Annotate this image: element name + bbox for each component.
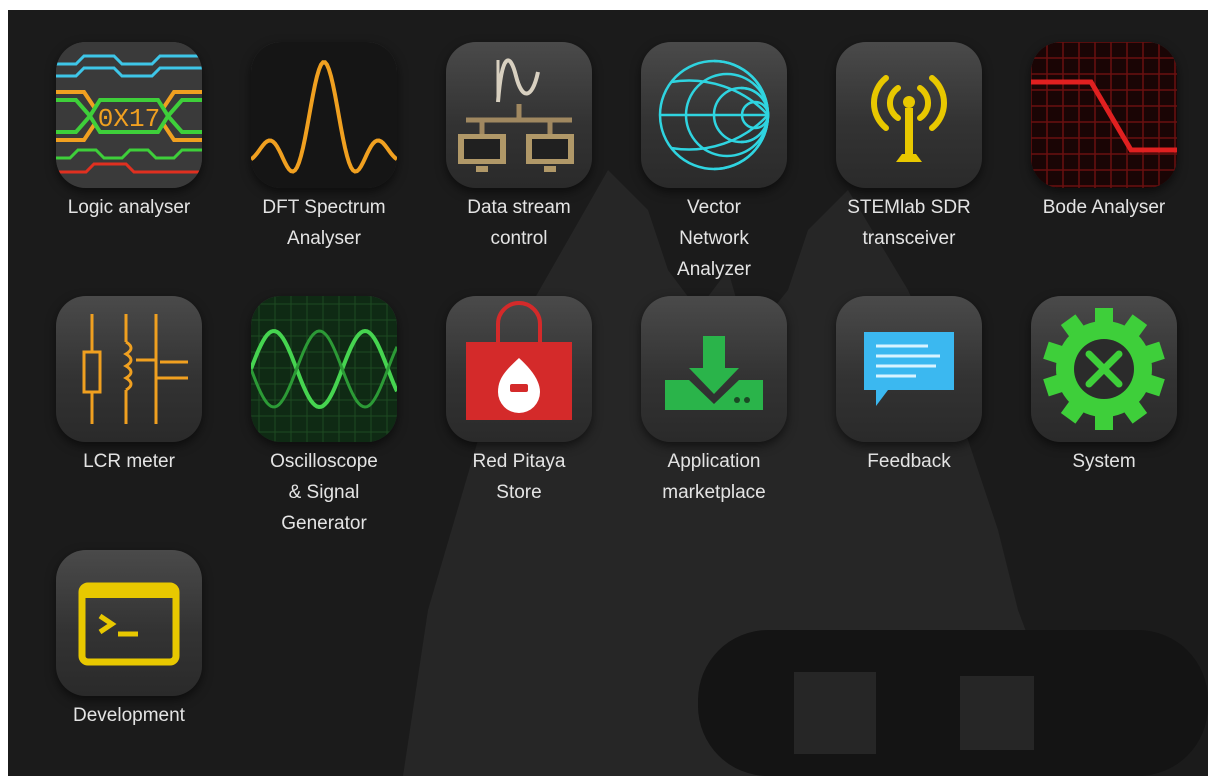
- app-label-line: Analyzer: [677, 259, 751, 280]
- app-label-line: Logic analyser: [67, 197, 191, 218]
- app-label-line: Data stream: [467, 197, 571, 218]
- app-tile-data-stream-control[interactable]: [446, 42, 592, 188]
- app-tile-lcr-meter[interactable]: [56, 296, 202, 442]
- app-dft-spectrum-analyser[interactable]: DFT Spectrum Analyser: [229, 42, 419, 254]
- app-application-marketplace[interactable]: Application marketplace: [619, 296, 809, 508]
- app-label-line: System: [1072, 451, 1136, 472]
- app-launcher: 0X17 Logic analyser DFT Spectrum Analyser …: [8, 10, 1208, 776]
- app-label: DFT Spectrum Analyser: [262, 192, 385, 254]
- app-label-line: LCR meter: [83, 451, 175, 472]
- app-tile-application-marketplace[interactable]: [641, 296, 787, 442]
- app-label-line: control: [490, 228, 548, 249]
- app-label: Vector Network Analyzer: [677, 192, 751, 285]
- app-feedback[interactable]: Feedback: [814, 296, 1004, 477]
- app-label-line: Analyser: [287, 228, 361, 249]
- app-tile-feedback[interactable]: [836, 296, 982, 442]
- app-tile-oscilloscope-signal-generator[interactable]: [251, 296, 397, 442]
- app-label: Oscilloscope & Signal Generator: [270, 446, 378, 539]
- app-label-line: Oscilloscope: [270, 451, 378, 472]
- app-label-line: & Signal: [288, 482, 360, 503]
- app-oscilloscope-signal-generator[interactable]: Oscilloscope & Signal Generator: [229, 296, 419, 539]
- app-label-line: Store: [496, 482, 542, 503]
- app-tile-development[interactable]: [56, 550, 202, 696]
- app-label-line: DFT Spectrum: [262, 197, 386, 218]
- app-label-line: Feedback: [867, 451, 951, 472]
- app-label-line: Vector: [687, 197, 741, 218]
- app-label-line: Application: [667, 451, 761, 472]
- app-tile-dft-spectrum-analyser[interactable]: [251, 42, 397, 188]
- app-tile-logic-analyser[interactable]: 0X17: [56, 42, 202, 188]
- app-label: Red Pitaya Store: [473, 446, 566, 508]
- app-label-line: Red Pitaya: [472, 451, 566, 472]
- app-label: Development: [73, 700, 185, 731]
- app-tile-system[interactable]: [1031, 296, 1177, 442]
- app-development[interactable]: Development: [34, 550, 224, 731]
- app-tile-vector-network-analyzer[interactable]: [641, 42, 787, 188]
- app-label-line: STEMlab SDR: [847, 197, 971, 218]
- app-system[interactable]: System: [1009, 296, 1199, 477]
- app-label-line: marketplace: [662, 482, 766, 503]
- app-tile-bode-analyser[interactable]: [1031, 42, 1177, 188]
- app-data-stream-control[interactable]: Data stream control: [424, 42, 614, 254]
- app-label: Application marketplace: [662, 446, 766, 508]
- app-logic-analyser[interactable]: 0X17 Logic analyser: [34, 42, 224, 223]
- app-red-pitaya-store[interactable]: Red Pitaya Store: [424, 296, 614, 508]
- app-bode-analyser[interactable]: Bode Analyser: [1009, 42, 1199, 223]
- app-label-line: transceiver: [862, 228, 956, 249]
- app-label: LCR meter: [83, 446, 175, 477]
- app-label-line: Generator: [281, 513, 367, 534]
- app-stemlab-sdr-transceiver[interactable]: STEMlab SDR transceiver: [814, 42, 1004, 254]
- app-label: STEMlab SDR transceiver: [847, 192, 971, 254]
- app-label: Feedback: [867, 446, 950, 477]
- logic-chip-text: 0X17: [98, 104, 160, 134]
- app-label-line: Bode Analyser: [1042, 197, 1166, 218]
- app-label-line: Network: [679, 228, 749, 249]
- app-label: System: [1072, 446, 1135, 477]
- app-label: Logic analyser: [68, 192, 191, 223]
- app-label-line: Development: [73, 705, 185, 726]
- app-label: Data stream control: [467, 192, 570, 254]
- app-lcr-meter[interactable]: LCR meter: [34, 296, 224, 477]
- app-label: Bode Analyser: [1043, 192, 1166, 223]
- app-tile-stemlab-sdr-transceiver[interactable]: [836, 42, 982, 188]
- app-vector-network-analyzer[interactable]: Vector Network Analyzer: [619, 42, 809, 285]
- app-tile-red-pitaya-store[interactable]: [446, 296, 592, 442]
